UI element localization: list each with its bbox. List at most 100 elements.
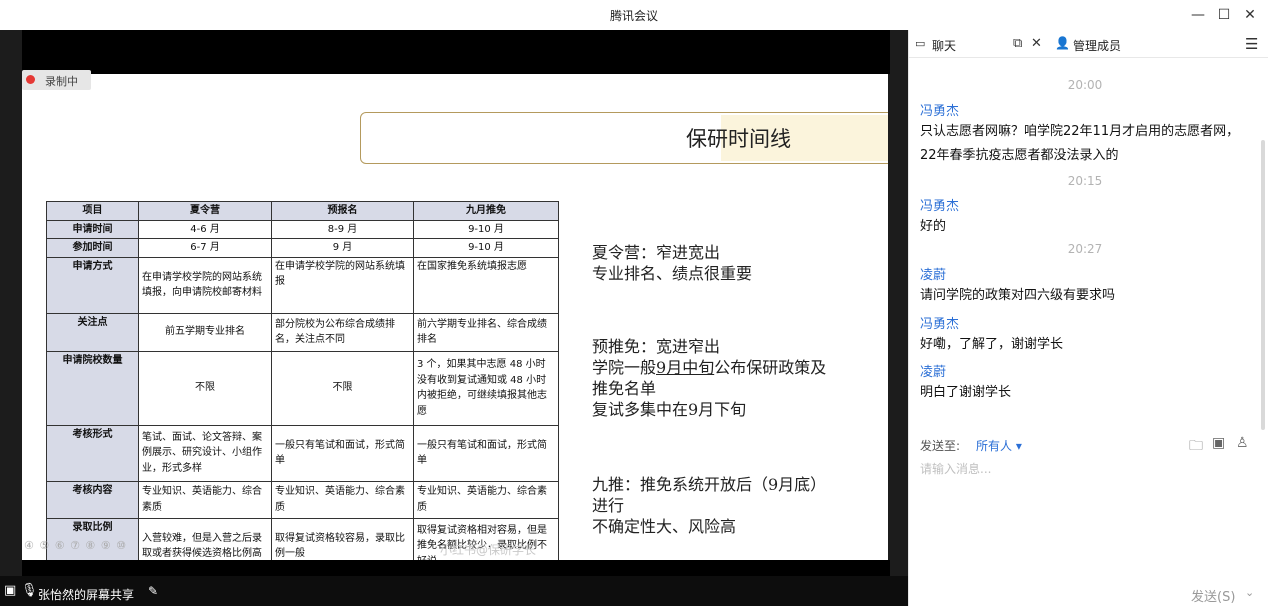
table-cell: 不限 xyxy=(138,350,272,426)
tab-manage-members[interactable]: 管理成员 xyxy=(1073,37,1121,54)
table-cell: 3 个，如果其中志愿 48 小时没有收到复试通知或 48 小时内被拒绝，可继续填… xyxy=(413,350,559,426)
note-september: 九推：推免系统开放后（9月底） 进行 不确定性大、风险高 xyxy=(592,474,826,537)
table-cell: 专业知识、英语能力、综合素质 xyxy=(138,480,272,519)
close-button[interactable]: ✕ xyxy=(1238,4,1262,26)
screenshot-icon[interactable]: ▣ xyxy=(1212,435,1225,451)
share-letterbox-top xyxy=(22,30,890,74)
send-to-dropdown[interactable]: 所有人 ▾ xyxy=(976,437,1022,454)
watermark: 小红书@保研学长 xyxy=(440,543,537,557)
table-cell: 专业知识、英语能力、综合素质 xyxy=(271,480,414,519)
send-bar: 发送至: 所有人 ▾ 🗀 ▣ ♙ xyxy=(909,435,1268,459)
close-chat-icon[interactable]: ✕ xyxy=(1031,36,1042,51)
note-line: 夏令营：窄进宽出 xyxy=(592,243,721,262)
table-cell: 前六学期专业排名、综合成绩排名 xyxy=(413,312,559,352)
note-underlined-date: 9月中旬 xyxy=(656,358,715,377)
menu-icon[interactable]: ☰ xyxy=(1245,35,1258,53)
table-header: 九月推免 xyxy=(413,201,559,221)
microphone-icon: 🎙 xyxy=(21,583,38,598)
table-cell: 9-10 月 xyxy=(413,238,559,258)
table-cell: 一般只有笔试和面试，形式简单 xyxy=(413,424,559,482)
message-text: 请问学院的政策对四六级有要求吗 xyxy=(920,288,1116,303)
message-text: 明白了谢谢学长 xyxy=(920,385,1012,400)
note-text: 学院一般 xyxy=(592,358,657,377)
message-text: 好的 xyxy=(920,219,947,234)
message-text: 好嘞，了解了，谢谢学长 xyxy=(920,337,1064,352)
row-label: 申请院校数量 xyxy=(46,350,139,426)
message-time: 20:00 xyxy=(1067,78,1103,92)
screen-share-area: 保研时间线 项目 夏令营 预报名 九月推免 申请时间 4-6 月 8-9 月 9… xyxy=(0,30,908,606)
row-label: 考核形式 xyxy=(46,424,139,482)
table-row: 参加时间 6-7 月 9 月 9-10 月 xyxy=(46,238,559,258)
table-row: 关注点 前五学期专业排名 部分院校为公布综合成绩排名，关注点不同 前六学期专业排… xyxy=(46,312,559,352)
note-line: 学院一般9月中旬公布保研政策及 xyxy=(592,357,826,378)
message-time: 20:15 xyxy=(1067,174,1103,188)
timeline-table: 项目 夏令营 预报名 九月推免 申请时间 4-6 月 8-9 月 9-10 月 … xyxy=(46,201,559,560)
folder-icon[interactable]: 🗀 xyxy=(1189,435,1203,459)
chat-scrollbar[interactable] xyxy=(1261,140,1265,430)
table-cell: 笔试、面试、论文答辩、案例展示、研究设计、小组作业，形式多样 xyxy=(138,424,272,482)
table-cell: 在国家推免系统填报志愿 xyxy=(413,256,559,314)
message-input[interactable]: 请输入消息... xyxy=(920,460,991,477)
table-cell: 不限 xyxy=(271,350,414,426)
note-line: 进行 xyxy=(592,496,625,515)
table-row: 申请时间 4-6 月 8-9 月 9-10 月 xyxy=(46,219,559,239)
row-label: 申请时间 xyxy=(46,219,139,239)
row-label: 参加时间 xyxy=(46,238,139,258)
table-header: 夏令营 xyxy=(138,201,272,221)
table-cell: 9 月 xyxy=(271,238,414,258)
table-cell: 部分院校为公布综合成绩排名，关注点不同 xyxy=(271,312,414,352)
note-line: 预推免：宽进窄出 xyxy=(592,337,721,356)
table-cell: 在申请学校学院的网站系统填报，向申请院校邮寄材料 xyxy=(138,256,272,314)
send-button[interactable]: 发送(S) xyxy=(1191,586,1235,605)
table-cell: 入营较难，但是入营之后录取或者获得候选资格比例高 xyxy=(138,517,272,560)
note-summer-camp: 夏令营：窄进宽出 专业排名、绩点很重要 xyxy=(592,242,752,284)
table-cell: 专业知识、英语能力、综合素质 xyxy=(413,480,559,519)
table-row: 申请方式 在申请学校学院的网站系统填报，向申请院校邮寄材料 在申请学校学院的网站… xyxy=(46,256,559,314)
members-icon: 👤 xyxy=(1055,36,1070,50)
note-line: 复试多集中在9月下旬 xyxy=(592,400,747,419)
table-cell: 9-10 月 xyxy=(413,219,559,239)
popout-icon[interactable]: ⧉ xyxy=(1013,36,1022,51)
share-footer: ▣ 🎙 张怡然的屏幕共享 ✎ xyxy=(0,576,908,606)
chat-messages: 20:00 冯勇杰 只认志愿者网嘛？咱学院22年11月才启用的志愿者网，22年春… xyxy=(909,58,1261,433)
minimize-button[interactable]: — xyxy=(1186,4,1210,26)
table-cell: 6-7 月 xyxy=(138,238,272,258)
row-label: 考核内容 xyxy=(46,480,139,519)
note-line: 九推：推免系统开放后（9月底） xyxy=(592,475,827,494)
table-row: 考核内容 专业知识、英语能力、综合素质 专业知识、英语能力、综合素质 专业知识、… xyxy=(46,480,559,519)
meeting-window: 腾讯会议 — ☐ ✕ 保研时间线 项目 夏令营 预报名 九月推免 申请时间 4-… xyxy=(0,0,1268,606)
mention-user-icon[interactable]: ♙ xyxy=(1236,435,1249,451)
message-sender[interactable]: 冯勇杰 xyxy=(920,195,959,214)
share-owner-label: 张怡然的屏幕共享 xyxy=(38,588,135,602)
note-pre-registration: 预推免：宽进窄出 学院一般9月中旬公布保研政策及 推免名单 复试多集中在9月下旬 xyxy=(592,336,826,420)
message-sender[interactable]: 冯勇杰 xyxy=(920,100,959,119)
table-cell: 取得复试资格较容易，录取比例一般 xyxy=(271,517,414,560)
table-cell: 4-6 月 xyxy=(138,219,272,239)
message-time: 20:27 xyxy=(1067,242,1103,256)
recording-badge[interactable]: 录制中 xyxy=(22,70,91,90)
table-header: 项目 xyxy=(46,201,139,221)
row-label: 关注点 xyxy=(46,312,139,352)
note-text: 公布保研政策及 xyxy=(714,358,827,377)
message-sender[interactable]: 凌蔚 xyxy=(920,264,946,283)
pencil-icon[interactable]: ✎ xyxy=(148,584,158,598)
tab-chat[interactable]: 聊天 xyxy=(932,37,956,54)
note-line: 不确定性大、风险高 xyxy=(592,517,737,536)
table-cell: 8-9 月 xyxy=(271,219,414,239)
shared-slide: 保研时间线 项目 夏令营 预报名 九月推免 申请时间 4-6 月 8-9 月 9… xyxy=(22,74,888,560)
slide-pager-controls[interactable]: ④ ⑤ ⑥ ⑦ ⑧ ⑨ ⑩ xyxy=(24,539,127,552)
table-cell: 在申请学校学院的网站系统填报 xyxy=(271,256,414,314)
table-row: 申请院校数量 不限 不限 3 个，如果其中志愿 48 小时没有收到复试通知或 4… xyxy=(46,350,559,426)
chevron-down-icon[interactable]: ⌄ xyxy=(1245,586,1254,599)
slide-title-box: 保研时间线 xyxy=(360,112,888,164)
message-sender[interactable]: 凌蔚 xyxy=(920,361,946,380)
table-header: 预报名 xyxy=(271,201,414,221)
message-text: 只认志愿者网嘛？咱学院22年11月才启用的志愿者网，22年春季抗疫志愿者都没法录… xyxy=(920,124,1240,163)
message-sender[interactable]: 冯勇杰 xyxy=(920,313,959,332)
maximize-button[interactable]: ☐ xyxy=(1212,4,1236,26)
table-cell: 前五学期专业排名 xyxy=(138,312,272,352)
chat-bubble-icon: ▭ xyxy=(915,37,926,50)
note-line: 推免名单 xyxy=(592,379,657,398)
record-dot-icon xyxy=(26,75,35,84)
screen-share-icon: ▣ xyxy=(4,583,17,598)
